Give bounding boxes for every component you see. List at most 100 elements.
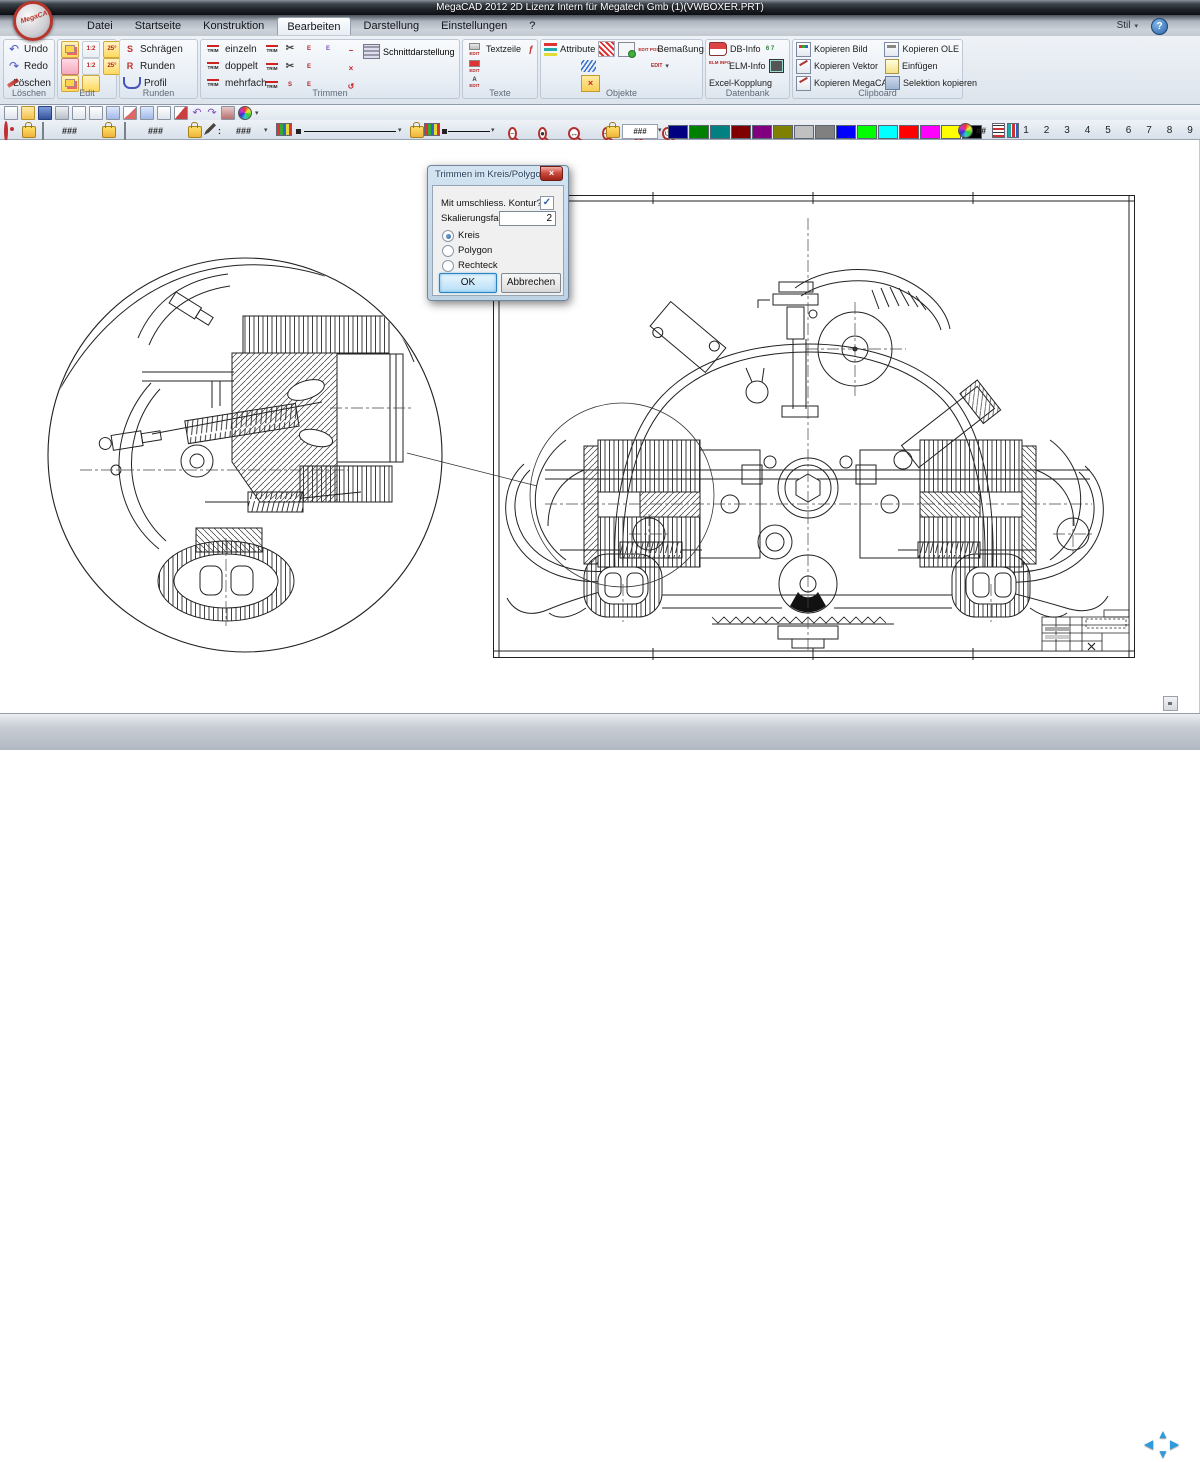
blue-lines-icon[interactable] bbox=[581, 60, 596, 72]
swatch-cyan[interactable] bbox=[878, 125, 898, 139]
megacad-logo-icon[interactable]: MegaCAD bbox=[13, 1, 53, 41]
swatch-gray[interactable] bbox=[815, 125, 835, 139]
lock-layer-icon[interactable] bbox=[22, 126, 36, 138]
linetype-preview[interactable] bbox=[448, 131, 490, 132]
break-icon[interactable]: × bbox=[343, 59, 359, 77]
view-2[interactable]: 2 bbox=[1043, 125, 1051, 136]
drawing-canvas[interactable] bbox=[0, 140, 1200, 713]
save-icon[interactable] bbox=[38, 106, 52, 120]
linetype-icon[interactable] bbox=[424, 123, 440, 136]
delete-icon[interactable] bbox=[174, 106, 188, 120]
swatch-purple[interactable] bbox=[752, 125, 772, 139]
hatch-icon[interactable] bbox=[598, 41, 615, 57]
runden-button[interactable]: R Runden bbox=[120, 57, 197, 74]
swatch-blue[interactable] bbox=[836, 125, 856, 139]
colorbox-caret-icon[interactable]: ▾ bbox=[658, 126, 662, 134]
view-6[interactable]: 6 bbox=[1125, 125, 1133, 136]
view-3[interactable]: 3 bbox=[1063, 125, 1071, 136]
pan-left-icon[interactable]: ◀ bbox=[1144, 1438, 1153, 1450]
tab-einstellungen[interactable]: Einstellungen bbox=[432, 17, 516, 35]
open-file-icon[interactable] bbox=[21, 106, 35, 120]
trim-einzeln-button[interactable]: TRIM einzeln bbox=[201, 40, 259, 57]
color-wheel-icon[interactable] bbox=[958, 123, 973, 138]
layer-icon[interactable] bbox=[42, 122, 44, 141]
pen-icon[interactable] bbox=[204, 123, 216, 135]
kopieren-vektor-button[interactable]: Kopieren Vektor bbox=[796, 59, 882, 74]
lock-group-icon[interactable] bbox=[102, 126, 116, 138]
pen-value[interactable]: ### bbox=[236, 126, 251, 136]
tab-konstruktion[interactable]: Konstruktion bbox=[194, 17, 273, 35]
cancel-button[interactable]: Abbrechen bbox=[501, 273, 561, 293]
schraegen-button[interactable]: S Schrägen bbox=[120, 40, 197, 57]
color-manager-icon[interactable] bbox=[238, 106, 252, 120]
radio-kreis[interactable] bbox=[442, 230, 454, 242]
linetype-caret-icon[interactable]: ▾ bbox=[491, 126, 495, 134]
layer-value[interactable]: ### bbox=[62, 126, 77, 136]
object-snap-icon[interactable] bbox=[618, 42, 635, 57]
toolbar-overflow-icon[interactable]: ▾ bbox=[255, 109, 259, 117]
export-icon[interactable] bbox=[106, 106, 120, 120]
print-preview-icon[interactable] bbox=[72, 106, 86, 120]
extend-line-icon[interactable]: E bbox=[320, 41, 336, 56]
swatch-olive[interactable] bbox=[773, 125, 793, 139]
lock-linetype-icon[interactable] bbox=[410, 126, 424, 138]
kopieren-bild-button[interactable]: Kopieren Bild bbox=[796, 42, 881, 57]
scissors-icon[interactable]: ✂ bbox=[282, 41, 298, 56]
edit-scale-icon[interactable]: 1:2 bbox=[82, 41, 100, 58]
hatch-number-icon[interactable]: ## bbox=[976, 126, 986, 136]
swatch-lime[interactable] bbox=[857, 125, 877, 139]
bemassung-dropdown[interactable]: Bemaßung bbox=[657, 44, 703, 55]
edit-pos-icon[interactable]: EDIT POS. bbox=[638, 47, 654, 52]
column-bars-icon[interactable] bbox=[1007, 123, 1019, 138]
edit-mirror-icon[interactable] bbox=[61, 58, 79, 75]
trim-two-icon[interactable]: TRIM bbox=[263, 59, 281, 74]
tab-startseite[interactable]: Startseite bbox=[126, 17, 190, 35]
ok-button[interactable]: OK bbox=[439, 273, 497, 293]
trim-doppelt-button[interactable]: TRIM doppelt bbox=[201, 57, 259, 74]
pan-down-icon[interactable]: ▼ bbox=[1157, 1448, 1169, 1460]
redo-button[interactable]: ↷ Redo bbox=[4, 57, 54, 74]
print-icon[interactable] bbox=[55, 106, 69, 120]
swatch-silver[interactable] bbox=[794, 125, 814, 139]
new-file-icon[interactable] bbox=[4, 106, 18, 120]
radio-rechteck[interactable] bbox=[442, 260, 454, 272]
help-icon[interactable]: ? bbox=[1151, 18, 1168, 35]
scale-factor-input[interactable] bbox=[499, 211, 556, 226]
enclosing-contour-checkbox[interactable]: ✓ bbox=[540, 196, 554, 210]
tab-bearbeiten[interactable]: Bearbeiten bbox=[277, 17, 350, 35]
width-caret-icon[interactable]: ▾ bbox=[398, 126, 402, 134]
schnittdarstellung-button[interactable]: Schnittdarstellung bbox=[363, 44, 455, 59]
group-value[interactable]: ### bbox=[148, 126, 163, 136]
undo-button[interactable]: ↶ Undo bbox=[4, 40, 54, 57]
view-4[interactable]: 4 bbox=[1084, 125, 1092, 136]
elm-info-button[interactable]: ELM INFO ELM-Info bbox=[706, 57, 789, 74]
einfuegen-button[interactable]: Einfügen bbox=[885, 59, 938, 74]
pen-width-icon[interactable] bbox=[276, 123, 292, 136]
tab-datei[interactable]: Datei bbox=[78, 17, 122, 35]
radio-polygon[interactable] bbox=[442, 245, 454, 257]
import-icon[interactable] bbox=[123, 106, 137, 120]
swatch-navy[interactable] bbox=[668, 125, 688, 139]
italic-f-icon[interactable]: ƒ bbox=[524, 44, 538, 54]
edit-scale2-icon[interactable]: 1:2 bbox=[82, 58, 100, 75]
view-9[interactable]: 9 bbox=[1186, 125, 1194, 136]
page-setup-icon[interactable] bbox=[89, 106, 103, 120]
zoom-out-icon[interactable]: − bbox=[508, 127, 517, 140]
extend-e-icon[interactable]: E bbox=[301, 59, 317, 74]
view-7[interactable]: 7 bbox=[1145, 125, 1153, 136]
attributes-icon[interactable] bbox=[544, 43, 557, 56]
pen-width-preview[interactable] bbox=[304, 131, 396, 132]
view-5[interactable]: 5 bbox=[1104, 125, 1112, 136]
kopieren-ole-button[interactable]: Kopieren OLE bbox=[884, 42, 959, 57]
zoom-point-icon[interactable]: ● bbox=[538, 127, 547, 140]
close-icon[interactable]: × bbox=[540, 166, 563, 181]
style-selector[interactable]: Stil ▾ bbox=[1117, 20, 1138, 31]
trim-to-edge-icon[interactable]: TRIM bbox=[263, 41, 281, 56]
pen-caret-icon[interactable]: ▾ bbox=[264, 126, 268, 134]
undo-arrow-icon[interactable]: ↶ bbox=[191, 107, 203, 119]
text-block-edit-icon[interactable]: EDIT bbox=[466, 59, 483, 74]
swatch-maroon[interactable] bbox=[731, 125, 751, 139]
edit-dropdown[interactable]: EDIT bbox=[651, 63, 662, 69]
pan-navigation-icon[interactable]: ▲ ▼ ◀ ▶ bbox=[1144, 1428, 1182, 1462]
swatch-red[interactable] bbox=[899, 125, 919, 139]
